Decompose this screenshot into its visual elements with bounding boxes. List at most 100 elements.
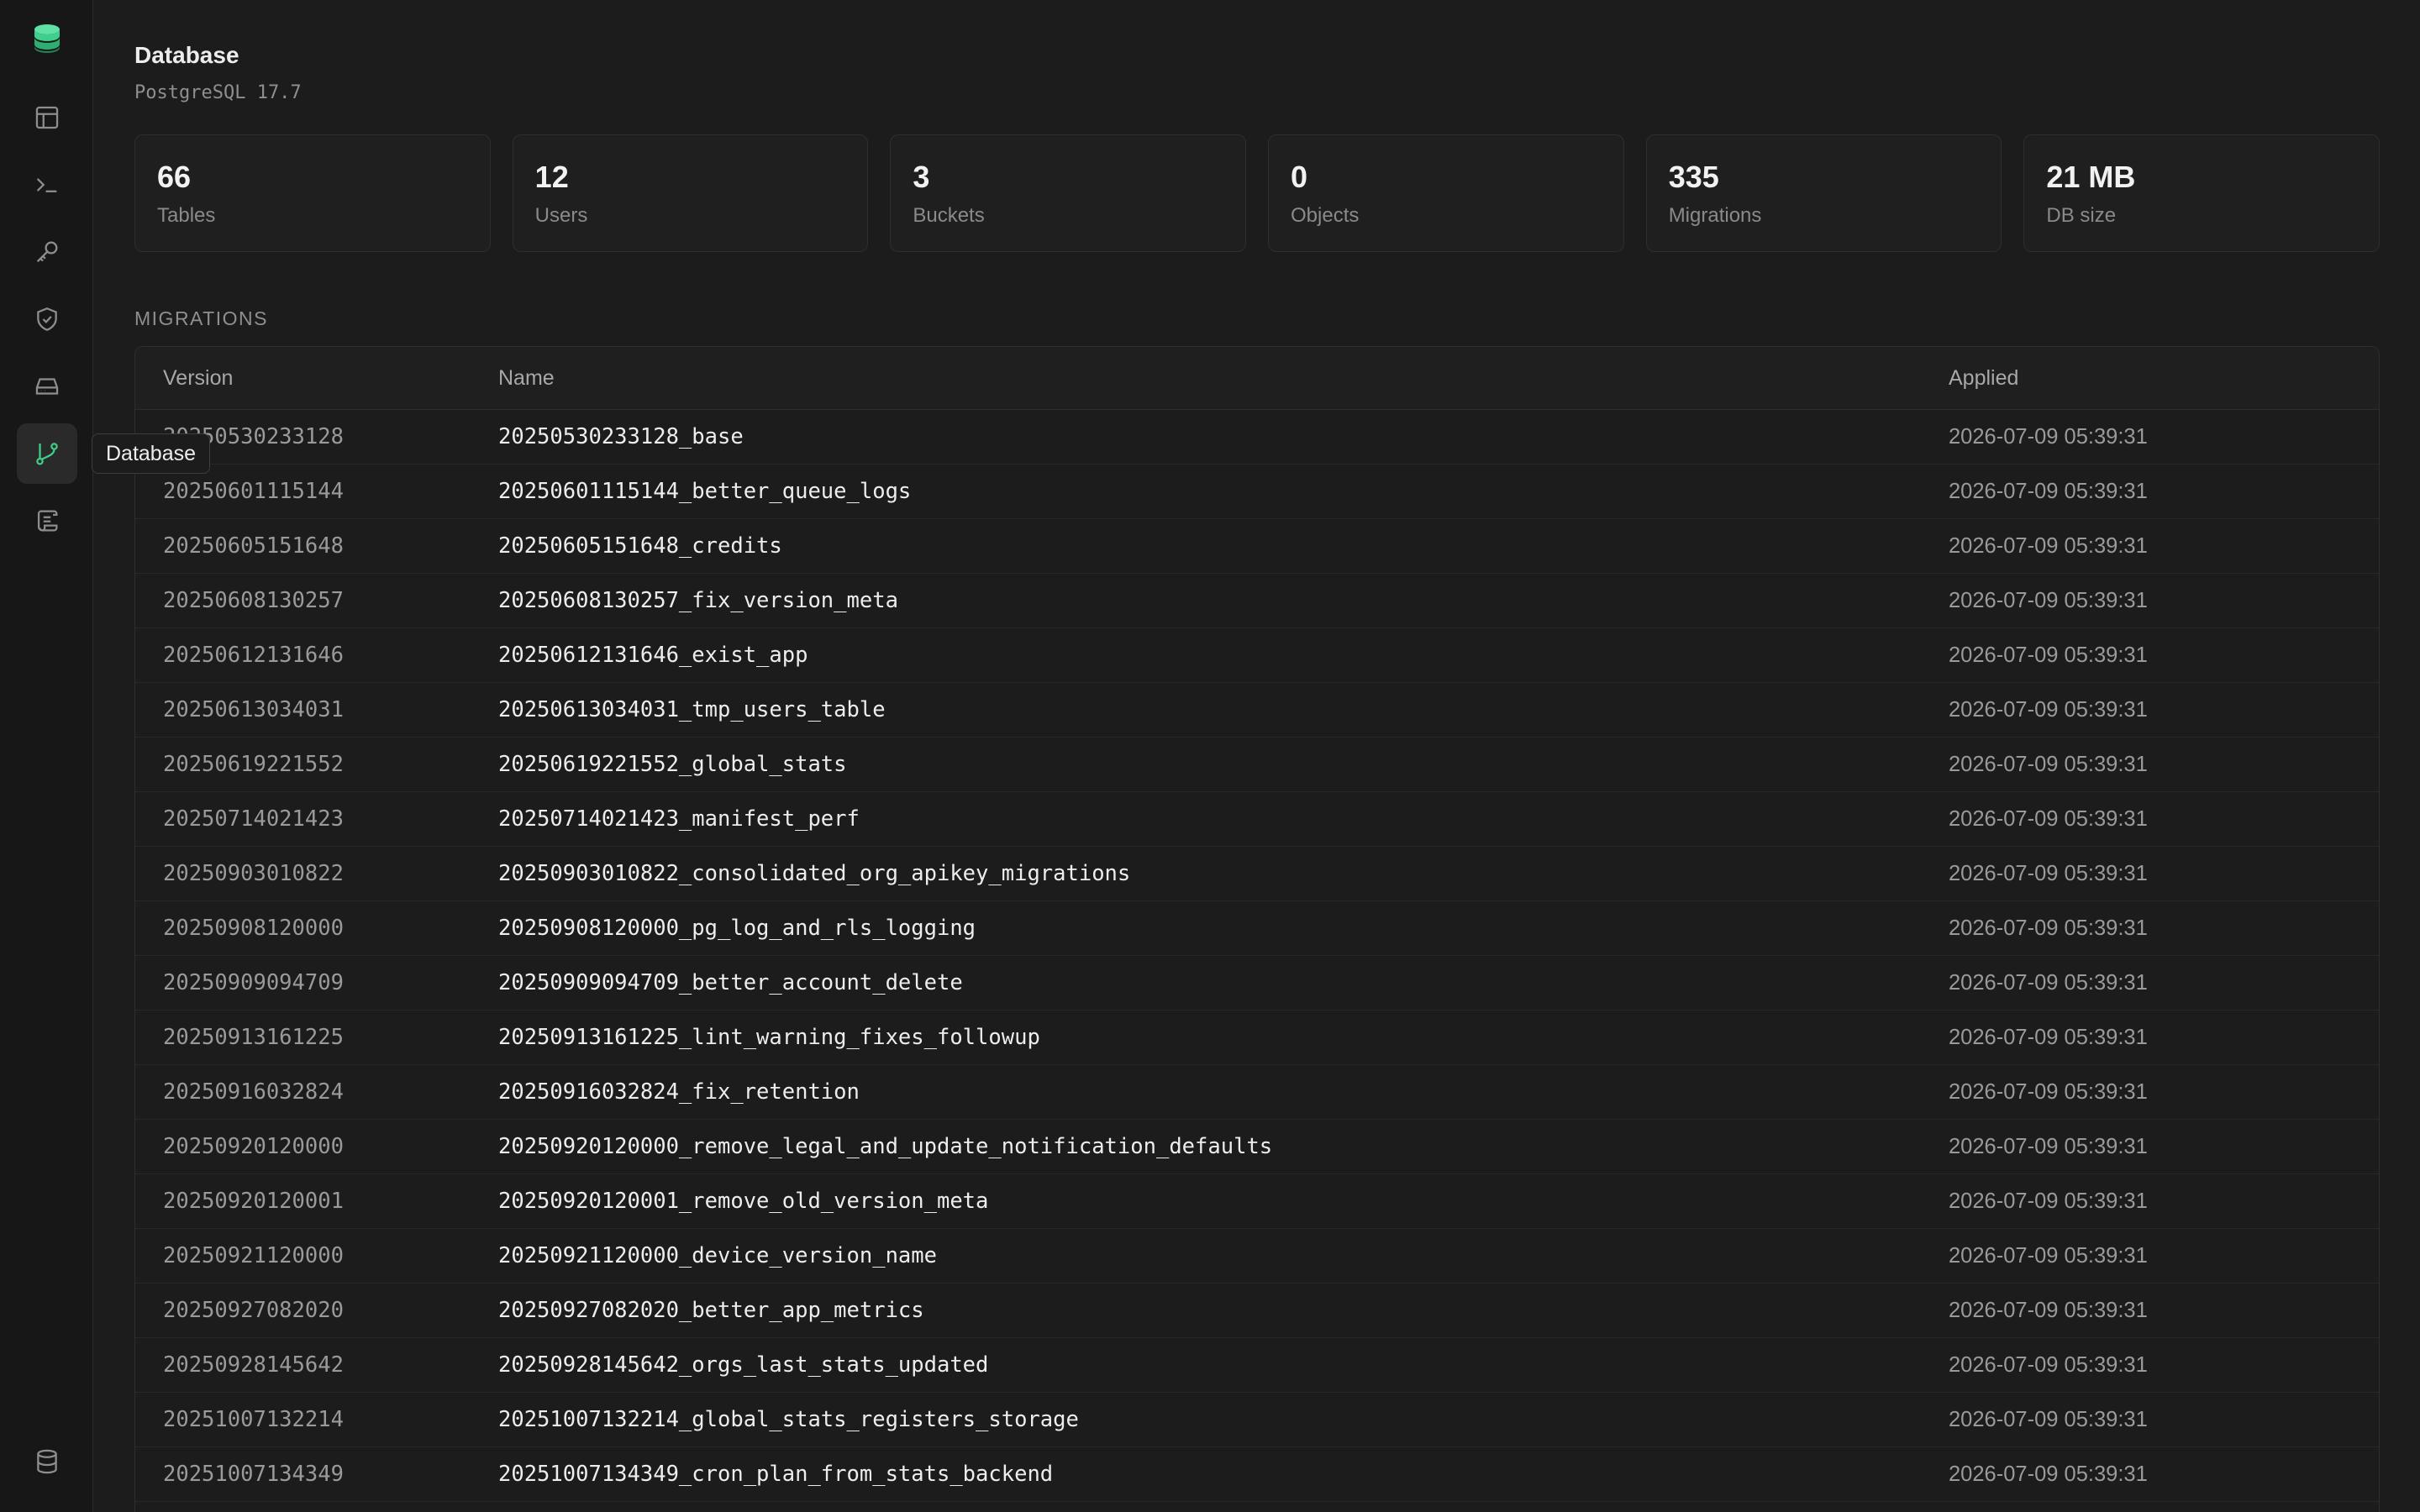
cell-version: 20250920120001: [163, 1189, 344, 1214]
cell-version: 20250916032824: [163, 1079, 344, 1105]
cell-name: 20251007134349_cron_plan_from_stats_back…: [498, 1462, 1054, 1487]
stat-card-users: 12 Users: [512, 134, 869, 252]
cell-name: 20250619221552_global_stats: [498, 752, 847, 777]
cell-version: 20250921120000: [163, 1243, 344, 1268]
stat-label: Users: [534, 204, 588, 227]
cell-name: 20250920120000_remove_legal_and_update_n…: [498, 1134, 1273, 1159]
cell-name: 20251007132214_global_stats_registers_st…: [498, 1407, 1079, 1432]
column-header-applied[interactable]: Applied: [1949, 366, 2379, 391]
cell-version: 20251007134349: [163, 1462, 344, 1487]
table-row[interactable]: 20250714021423 20250714021423_manifest_pe…: [135, 792, 2379, 847]
cell-version: 20250601115144: [163, 479, 344, 504]
column-header-name[interactable]: Name: [498, 366, 1949, 391]
table-body: 20250530233128 20250530233128_base 2026-07…: [135, 410, 2379, 1502]
cell-applied: 2026-07-09 05:39:31: [1949, 588, 2148, 612]
cell-name: 20250714021423_manifest_perf: [498, 806, 860, 832]
cell-applied: 2026-07-09 05:39:31: [1949, 916, 2148, 940]
cell-name: 20250605151648_credits: [498, 533, 782, 559]
cell-version: 20251007132214: [163, 1407, 344, 1432]
cell-name: 20250612131646_exist_app: [498, 643, 808, 668]
table-row[interactable]: 20250605151648 20250605151648_credits 2026…: [135, 519, 2379, 574]
cell-applied: 2026-07-09 05:39:31: [1949, 1298, 2148, 1322]
cell-name: 20250908120000_pg_log_and_rls_logging: [498, 916, 976, 941]
stat-card-objects: 0 Objects: [1268, 134, 1624, 252]
table-row[interactable]: 20251007132214 20251007132214_global_stat…: [135, 1393, 2379, 1447]
stats-row: 66 Tables 12 Users 3 Buckets 0 Objects 3…: [134, 134, 2381, 252]
cell-name: 20250909094709_better_account_delete: [498, 970, 963, 995]
stat-value: 12: [534, 160, 569, 194]
cell-applied: 2026-07-09 05:39:31: [1949, 1079, 2148, 1104]
migrations-table: Version Name Applied 20250530233128 20250…: [134, 346, 2380, 1512]
cell-name: 20250920120001_remove_old_version_meta: [498, 1189, 989, 1214]
table-row[interactable]: 20250619221552 20250619221552_global_stat…: [135, 738, 2379, 792]
table-row[interactable]: 20250530233128 20250530233128_base 2026-07…: [135, 410, 2379, 465]
storage-drive-icon[interactable]: [17, 356, 77, 417]
table-row[interactable]: 20250927082020 20250927082020_better_app_…: [135, 1284, 2379, 1338]
table-row[interactable]: 20250608130257 20250608130257_fix_version…: [135, 574, 2379, 628]
shield-check-icon[interactable]: [17, 289, 77, 349]
table-row[interactable]: 20250908120000 20250908120000_pg_log_and_…: [135, 901, 2379, 956]
cell-version: 20250909094709: [163, 970, 344, 995]
cell-applied: 2026-07-09 05:39:31: [1949, 1134, 2148, 1158]
table-row[interactable]: 20250909094709 20250909094709_better_acco…: [135, 956, 2379, 1011]
key-icon[interactable]: [17, 222, 77, 282]
cell-name: 20250903010822_consolidated_org_apikey_m…: [498, 861, 1131, 886]
stat-value: 66: [157, 160, 192, 194]
cell-name: 20250608130257_fix_version_meta: [498, 588, 898, 613]
column-header-version[interactable]: Version: [135, 366, 498, 391]
stat-card-db-size: 21 MB DB size: [2023, 134, 2381, 252]
cell-applied: 2026-07-09 05:39:31: [1949, 1243, 2148, 1268]
cell-version: 20250619221552: [163, 752, 344, 777]
table-row[interactable]: 20250928145642 20250928145642_orgs_last_s…: [135, 1338, 2379, 1393]
git-branch-icon[interactable]: [17, 423, 77, 484]
cell-applied: 2026-07-09 05:39:31: [1949, 1407, 2148, 1431]
terminal-icon[interactable]: [17, 155, 77, 215]
database-icon[interactable]: [17, 1431, 77, 1492]
table-row[interactable]: 20250903010822 20250903010822_consolidate…: [135, 847, 2379, 901]
table-row[interactable]: 20250913161225 20250913161225_lint_warnin…: [135, 1011, 2379, 1065]
cell-name: 20250613034031_tmp_users_table: [498, 697, 886, 722]
cell-version: 20250714021423: [163, 806, 344, 832]
cell-version: 20250927082020: [163, 1298, 344, 1323]
stat-label: Buckets: [913, 204, 985, 227]
table-row[interactable]: 20251007134349 20251007134349_cron_plan_f…: [135, 1447, 2379, 1502]
stat-value: 3: [913, 160, 930, 194]
stat-value: 21 MB: [2046, 160, 2136, 194]
cell-applied: 2026-07-09 05:39:31: [1949, 1189, 2148, 1213]
cell-name: 20250928145642_orgs_last_stats_updated: [498, 1352, 989, 1378]
app-logo-icon[interactable]: [30, 22, 64, 55]
cell-name: 20250921120000_device_version_name: [498, 1243, 937, 1268]
cell-applied: 2026-07-09 05:39:31: [1949, 424, 2148, 449]
table-row[interactable]: 20250916032824 20250916032824_fix_retenti…: [135, 1065, 2379, 1120]
cell-applied: 2026-07-09 05:39:31: [1949, 1025, 2148, 1049]
stat-value: 0: [1291, 160, 1308, 194]
table-row[interactable]: 20250921120000 20250921120000_device_vers…: [135, 1229, 2379, 1284]
stat-label: Tables: [157, 204, 216, 227]
stat-label: DB size: [2046, 204, 2117, 227]
cell-version: 20250928145642: [163, 1352, 344, 1378]
cell-version: 20250612131646: [163, 643, 344, 668]
stat-label: Objects: [1291, 204, 1360, 227]
stat-label: Migrations: [1668, 204, 1762, 227]
table-row[interactable]: 20250613034031 20250613034031_tmp_users_t…: [135, 683, 2379, 738]
cell-version: 20250920120000: [163, 1134, 344, 1159]
stat-card-migrations: 335 Migrations: [1645, 134, 2002, 252]
cell-name: 20250916032824_fix_retention: [498, 1079, 860, 1105]
section-heading-migrations: MIGRATIONS: [134, 307, 268, 329]
page-title: Database: [134, 42, 239, 68]
cell-applied: 2026-07-09 05:39:31: [1949, 479, 2148, 503]
table-header: Version Name Applied: [135, 347, 2379, 410]
table-row[interactable]: 20250612131646 20250612131646_exist_app 20…: [135, 628, 2379, 683]
stat-value: 335: [1668, 160, 1719, 194]
table-row[interactable]: 20250920120000 20250920120000_remove_lega…: [135, 1120, 2379, 1174]
cell-name: 20250913161225_lint_warning_fixes_follow…: [498, 1025, 1040, 1050]
scroll-logs-icon[interactable]: [17, 491, 77, 551]
cell-applied: 2026-07-09 05:39:31: [1949, 752, 2148, 776]
table-row[interactable]: 20250601115144 20250601115144_better_queu…: [135, 465, 2379, 519]
cell-version: 20250608130257: [163, 588, 344, 613]
stat-card-tables: 66 Tables: [134, 134, 491, 252]
table-editor-icon[interactable]: [17, 87, 77, 148]
cell-version: 20250605151648: [163, 533, 344, 559]
cell-applied: 2026-07-09 05:39:31: [1949, 970, 2148, 995]
table-row[interactable]: 20250920120001 20250920120001_remove_old_…: [135, 1174, 2379, 1229]
